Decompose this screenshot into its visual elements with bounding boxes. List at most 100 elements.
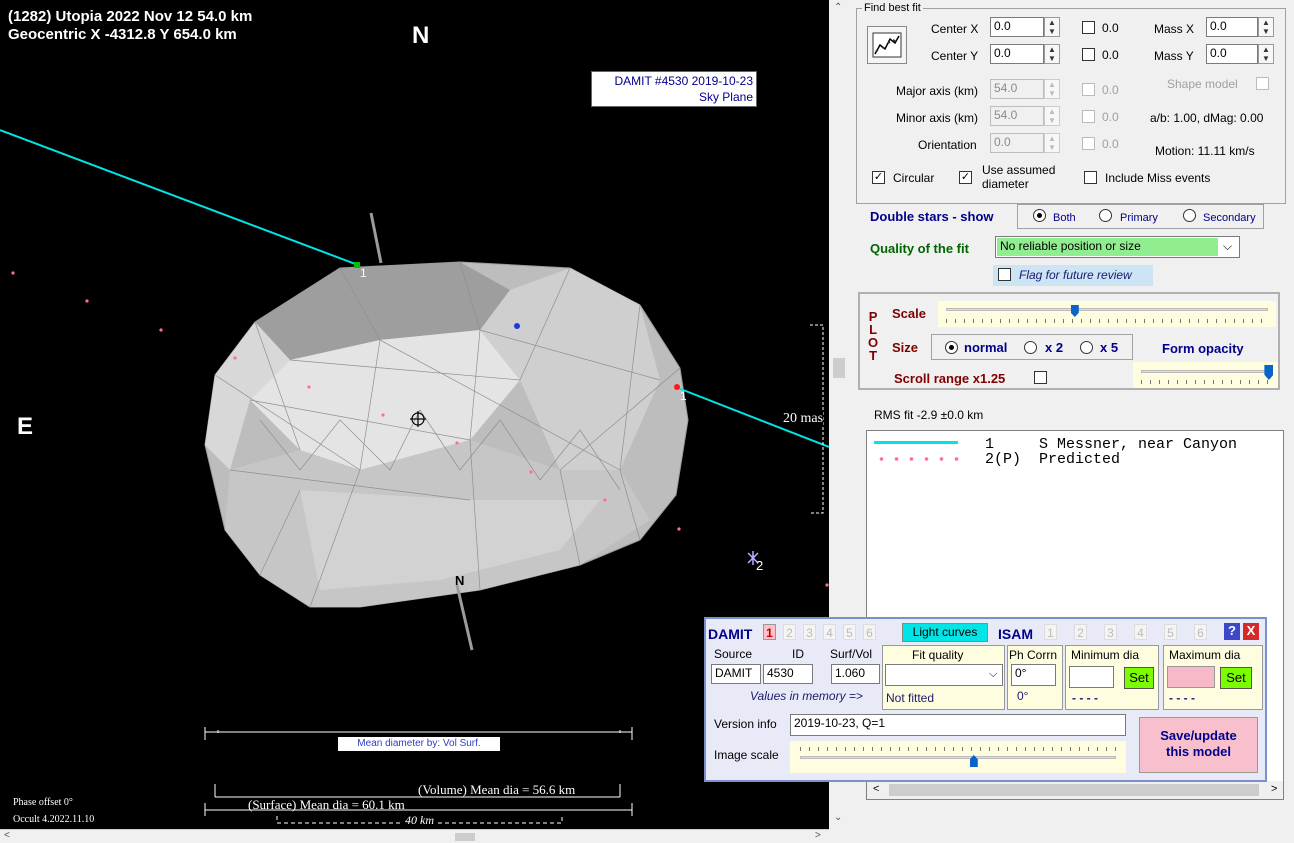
minimum-dia-field[interactable]	[1069, 666, 1114, 688]
major-axis-checkbox[interactable]	[1082, 83, 1095, 96]
major-axis-spinner[interactable]: ▲ ▼	[1044, 79, 1060, 99]
image-scale-slider[interactable]	[790, 741, 1126, 773]
double-stars-both-radio[interactable]	[1033, 209, 1046, 222]
damit-model-1[interactable]: 1	[763, 624, 776, 640]
center-x-spinner[interactable]: ▲ ▼	[1044, 17, 1060, 37]
shape-model-checkbox[interactable]	[1256, 77, 1269, 90]
scale-slider[interactable]	[938, 301, 1276, 327]
damit-model-2[interactable]: 2	[783, 624, 796, 640]
minor-axis-input[interactable]: 54.0	[990, 106, 1044, 126]
orientation-spinner[interactable]: ▲ ▼	[1044, 133, 1060, 153]
legend-scroll-right-icon[interactable]: >	[1271, 783, 1277, 795]
isam-model-4[interactable]: 4	[1134, 624, 1147, 640]
fit-chart-icon	[872, 32, 902, 58]
double-stars-secondary-radio[interactable]	[1183, 209, 1196, 222]
minimum-dia-memory: - - - -	[1072, 691, 1098, 705]
circular-checkbox[interactable]: ✓	[872, 171, 885, 184]
find-best-fit-button[interactable]	[867, 26, 907, 64]
flag-review-checkbox[interactable]	[998, 268, 1011, 281]
use-assumed-diameter-checkbox[interactable]: ✓	[959, 171, 972, 184]
plot-side-letter-t: T	[869, 348, 878, 363]
version-info-label: Version info	[714, 717, 777, 731]
version-info-field[interactable]: 2019-10-23, Q=1	[790, 714, 1126, 736]
major-axis-input[interactable]: 54.0	[990, 79, 1044, 99]
isam-model-3[interactable]: 3	[1104, 624, 1117, 640]
minor-axis-checkbox[interactable]	[1082, 110, 1095, 123]
size-x2-radio[interactable]	[1024, 341, 1037, 354]
center-y-checkbox[interactable]	[1082, 48, 1095, 61]
mass-y-input[interactable]: 0.0	[1206, 44, 1258, 64]
mass-x-spinner[interactable]: ▲ ▼	[1258, 17, 1274, 37]
save-update-line2: this model	[1165, 744, 1231, 759]
mass-x-input[interactable]: 0.0	[1206, 17, 1258, 37]
size-normal-radio[interactable]	[945, 341, 958, 354]
close-button[interactable]: X	[1243, 623, 1259, 640]
damit-model-6[interactable]: 6	[863, 624, 876, 640]
legend-horizontal-scrollbar[interactable]: < >	[867, 781, 1283, 799]
mass-y-spinner[interactable]: ▲ ▼	[1258, 44, 1274, 64]
model-info-line1: DAMIT #4530 2019-10-23	[614, 74, 753, 88]
maximum-dia-set-button[interactable]: Set	[1220, 667, 1252, 689]
damit-title: DAMIT	[708, 626, 753, 642]
scale-slider-thumb[interactable]	[1070, 305, 1079, 317]
damit-model-5[interactable]: 5	[843, 624, 856, 640]
form-opacity-label: Form opacity	[1162, 341, 1244, 356]
isam-model-5[interactable]: 5	[1164, 624, 1177, 640]
scroll-down-icon[interactable]: ⌄	[834, 812, 842, 823]
minor-axis-spinner[interactable]: ▲ ▼	[1044, 106, 1060, 126]
center-y-input[interactable]: 0.0	[990, 44, 1044, 64]
rms-fit-text: RMS fit -2.9 ±0.0 km	[874, 408, 984, 422]
scroll-up-icon[interactable]: ⌃	[834, 2, 842, 13]
center-y-sd: 0.0	[1102, 48, 1119, 62]
maximum-dia-memory: - - - -	[1169, 691, 1195, 705]
id-field[interactable]: 4530	[763, 664, 813, 684]
help-button[interactable]: ?	[1224, 623, 1240, 640]
mass-x-label: Mass X	[1154, 22, 1195, 36]
plot-horizontal-scrollbar[interactable]: < >	[0, 829, 829, 843]
mass-center-marker	[514, 323, 520, 329]
isam-model-2[interactable]: 2	[1074, 624, 1087, 640]
mean-diameter-by-selector[interactable]: Mean diameter by: Vol Surf.	[338, 737, 500, 751]
legend-scroll-thumb[interactable]	[889, 784, 1259, 796]
fit-quality-dropdown[interactable]: ⌵	[885, 664, 1003, 686]
legend-scroll-left-icon[interactable]: <	[873, 783, 879, 795]
include-miss-checkbox[interactable]	[1084, 171, 1097, 184]
orientation-input[interactable]: 0.0	[990, 133, 1044, 153]
pole-north-label: N	[455, 573, 465, 588]
model-info-box: DAMIT #4530 2019-10-23 Sky Plane	[591, 71, 757, 107]
form-opacity-slider-thumb[interactable]	[1264, 365, 1274, 380]
isam-title: ISAM	[998, 626, 1033, 642]
vscroll-thumb[interactable]	[833, 358, 845, 378]
form-opacity-slider[interactable]	[1133, 362, 1278, 388]
damit-model-4[interactable]: 4	[823, 624, 836, 640]
size-x5-radio[interactable]	[1080, 341, 1093, 354]
scroll-right-icon[interactable]: >	[815, 830, 821, 841]
circular-label: Circular	[893, 171, 935, 185]
orientation-checkbox[interactable]	[1082, 137, 1095, 150]
scale-track	[946, 308, 1268, 311]
center-x-checkbox[interactable]	[1082, 21, 1095, 34]
orientation-sd: 0.0	[1102, 137, 1119, 151]
event-title: (1282) Utopia 2022 Nov 12 54.0 km	[8, 8, 253, 25]
damit-model-3[interactable]: 3	[803, 624, 816, 640]
double-stars-primary-radio[interactable]	[1099, 209, 1112, 222]
scroll-range-checkbox[interactable]	[1034, 371, 1047, 384]
damit-panel: DAMIT 1 2 3 4 5 6 Light curves ISAM 1 2 …	[704, 617, 1267, 782]
km-scale-label: 40 km	[403, 813, 436, 828]
isam-model-1[interactable]: 1	[1044, 624, 1057, 640]
quality-dropdown[interactable]: No reliable position or size ⌵	[995, 236, 1240, 258]
scroll-left-icon[interactable]: <	[4, 830, 10, 841]
center-y-spinner[interactable]: ▲ ▼	[1044, 44, 1060, 64]
maximum-dia-field[interactable]	[1167, 666, 1215, 688]
fit-quality-chevron-icon: ⌵	[989, 668, 998, 680]
light-curves-button[interactable]: Light curves	[902, 623, 988, 642]
minimum-dia-set-button[interactable]: Set	[1124, 667, 1154, 689]
source-field[interactable]: DAMIT	[711, 664, 761, 684]
save-update-model-button[interactable]: Save/update this model	[1139, 717, 1258, 773]
isam-model-6[interactable]: 6	[1194, 624, 1207, 640]
surfvol-field[interactable]: 1.060	[831, 664, 880, 684]
size-x5-label: x 5	[1100, 340, 1119, 355]
hscroll-thumb[interactable]	[455, 833, 475, 841]
ph-corrn-field[interactable]: 0°	[1011, 664, 1056, 686]
center-x-input[interactable]: 0.0	[990, 17, 1044, 37]
